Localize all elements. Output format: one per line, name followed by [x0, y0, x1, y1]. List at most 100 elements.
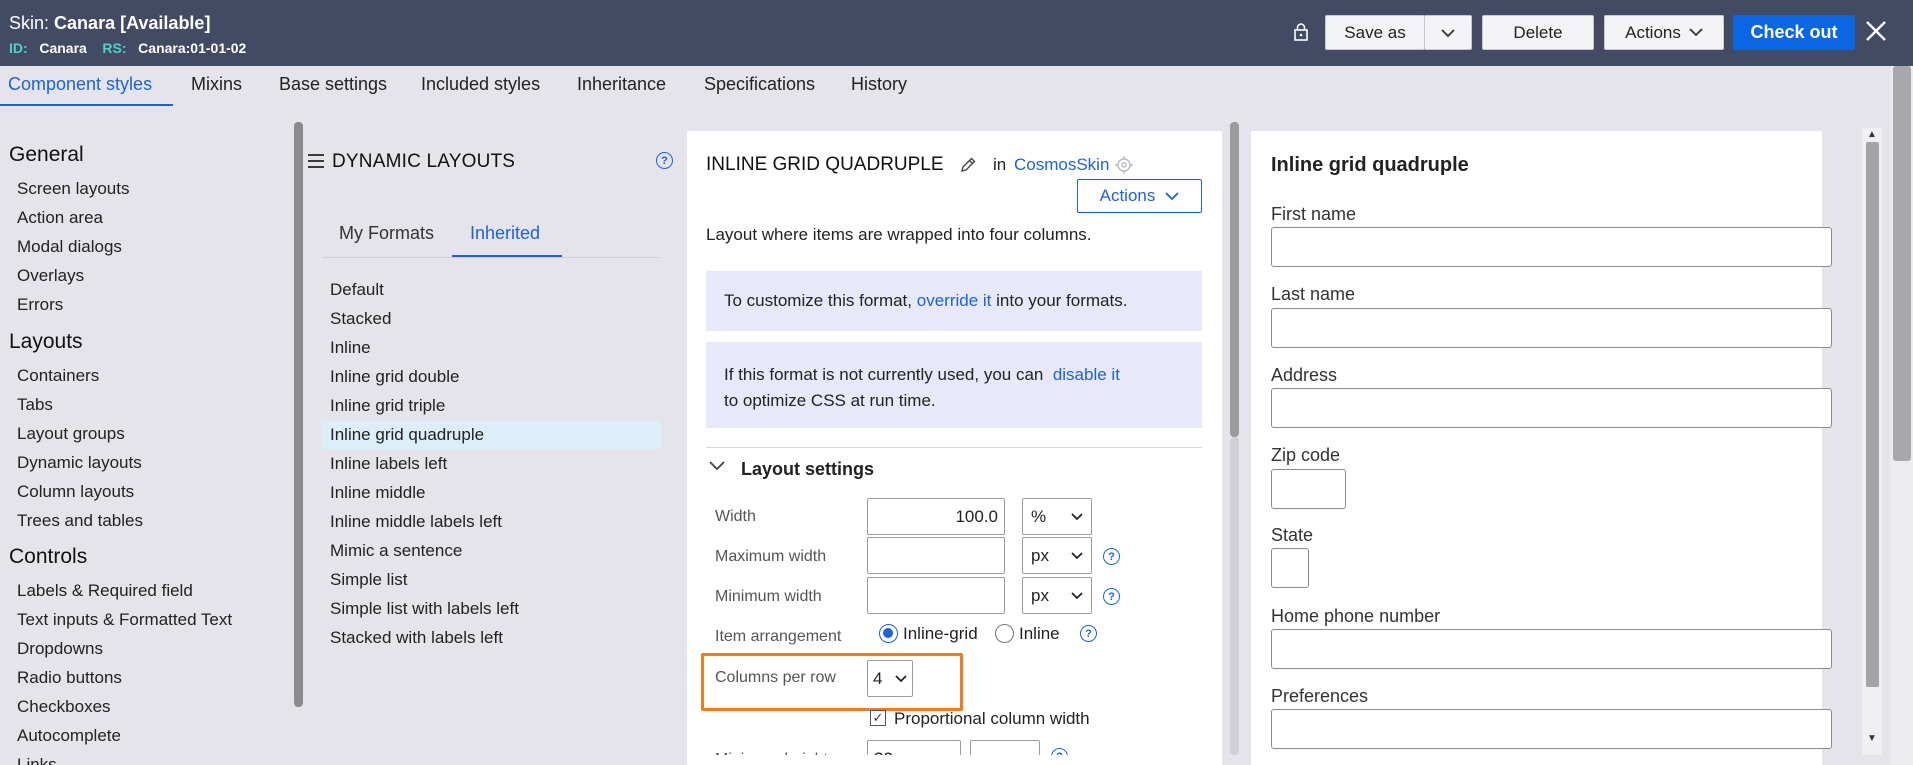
format-item[interactable]: Inline grid triple	[322, 392, 661, 420]
tab-history[interactable]: History	[851, 74, 907, 95]
nav-item-containers[interactable]: Containers	[17, 366, 99, 386]
nav-item-checkboxes[interactable]: Checkboxes	[17, 697, 111, 717]
format-item[interactable]: Simple list	[322, 566, 661, 594]
address-input[interactable]	[1271, 388, 1832, 428]
nav-item-labels[interactable]: Labels & Required field	[17, 581, 193, 601]
nav-item-tabs[interactable]: Tabs	[17, 395, 53, 415]
detail-bottom-edge	[687, 755, 1222, 765]
nav-scrollbar[interactable]	[294, 122, 303, 707]
scroll-down-arrow-icon[interactable]: ▼	[1867, 733, 1877, 744]
help-icon[interactable]: ?	[656, 152, 673, 169]
format-item[interactable]: Inline labels left	[322, 450, 661, 478]
max-width-input[interactable]	[867, 537, 1005, 574]
tab-mixins[interactable]: Mixins	[191, 74, 242, 95]
first-name-input[interactable]	[1271, 227, 1832, 267]
override-link[interactable]: override it	[917, 291, 992, 311]
format-actions-button[interactable]: Actions	[1077, 179, 1202, 213]
menu-icon[interactable]	[308, 153, 324, 169]
info-text: into your formats.	[996, 291, 1128, 310]
format-item[interactable]: Inline grid double	[322, 363, 661, 391]
nav-item-column-layouts[interactable]: Column layouts	[17, 482, 134, 502]
format-item[interactable]: Inline middle	[322, 479, 661, 507]
nav-item-radio-buttons[interactable]: Radio buttons	[17, 668, 122, 688]
nav-item-action-area[interactable]: Action area	[17, 208, 103, 228]
chevron-down-icon	[895, 674, 907, 682]
last-name-input[interactable]	[1271, 308, 1832, 348]
lock-icon	[1294, 23, 1308, 41]
subtab-inherited[interactable]: Inherited	[470, 223, 540, 244]
nav-item-dropdowns[interactable]: Dropdowns	[17, 639, 103, 659]
close-icon[interactable]	[1864, 19, 1888, 43]
subtab-my-formats[interactable]: My Formats	[339, 223, 434, 244]
format-item[interactable]: Mimic a sentence	[322, 537, 661, 565]
delete-button[interactable]: Delete	[1482, 15, 1594, 50]
tab-component-styles[interactable]: Component styles	[8, 74, 152, 95]
skin-id-line: ID: Canara RS: Canara:01-01-02	[9, 40, 247, 56]
format-item[interactable]: Inline middle labels left	[322, 508, 661, 536]
component-nav: General Screen layouts Action area Modal…	[0, 122, 292, 765]
pencil-icon[interactable]	[959, 156, 977, 174]
nav-item-dynamic-layouts[interactable]: Dynamic layouts	[17, 453, 142, 473]
preferences-input[interactable]	[1271, 709, 1832, 749]
format-item[interactable]: Default	[322, 276, 661, 304]
chevron-down-icon[interactable]	[708, 460, 726, 472]
format-item[interactable]: Inline	[322, 334, 661, 362]
nav-item-text-inputs[interactable]: Text inputs & Formatted Text	[17, 610, 232, 630]
max-width-unit-select[interactable]: px	[1022, 537, 1092, 574]
state-input[interactable]	[1271, 548, 1309, 588]
format-item[interactable]: Stacked with labels left	[322, 624, 661, 652]
zip-code-input[interactable]	[1271, 469, 1346, 509]
radio-inline-grid-label: Inline-grid	[903, 624, 978, 643]
target-icon[interactable]	[1114, 155, 1134, 175]
tab-specifications[interactable]: Specifications	[704, 74, 815, 95]
columns-per-row-select[interactable]: 4	[867, 660, 913, 697]
proportional-width-label: Proportional column width	[894, 709, 1090, 728]
nav-item-trees-and-tables[interactable]: Trees and tables	[17, 511, 143, 531]
detail-scrollbar[interactable]	[1230, 122, 1239, 437]
min-width-unit-select[interactable]: px	[1022, 577, 1092, 614]
format-item[interactable]: Stacked	[322, 305, 661, 333]
width-input[interactable]: 100.0	[867, 498, 1005, 535]
help-icon[interactable]: ?	[1103, 548, 1120, 565]
save-as-dropdown-button[interactable]	[1424, 15, 1472, 50]
width-unit-select[interactable]: %	[1022, 498, 1092, 535]
check-out-button[interactable]: Check out	[1733, 15, 1855, 50]
help-icon[interactable]: ?	[1103, 588, 1120, 605]
radio-inline[interactable]	[995, 624, 1014, 643]
actions-button[interactable]: Actions	[1604, 15, 1724, 50]
chevron-down-icon	[1689, 28, 1703, 37]
nav-item-links[interactable]: Links	[17, 755, 57, 765]
tab-base-settings[interactable]: Base settings	[279, 74, 387, 95]
format-description: Layout where items are wrapped into four…	[706, 225, 1092, 244]
nav-item-autocomplete[interactable]: Autocomplete	[17, 726, 121, 746]
preview-field-label: Last name	[1271, 284, 1356, 304]
min-width-unit-value: px	[1031, 585, 1049, 605]
format-actions-label: Actions	[1099, 186, 1156, 205]
nav-section-controls: Controls	[9, 545, 88, 568]
min-width-input[interactable]	[867, 577, 1005, 614]
nav-item-modal-dialogs[interactable]: Modal dialogs	[17, 237, 122, 257]
nav-item-screen-layouts[interactable]: Screen layouts	[17, 179, 129, 199]
radio-inline-grid[interactable]	[879, 624, 898, 643]
home-phone-input[interactable]	[1271, 629, 1832, 669]
tab-inheritance[interactable]: Inheritance	[577, 74, 666, 95]
save-as-button[interactable]: Save as	[1325, 15, 1425, 50]
nav-item-overlays[interactable]: Overlays	[17, 266, 84, 286]
preview-scrollbar[interactable]	[1866, 142, 1879, 687]
skin-link[interactable]: CosmosSkin	[1014, 155, 1109, 175]
tab-included-styles[interactable]: Included styles	[421, 74, 540, 95]
nav-item-layout-groups[interactable]: Layout groups	[17, 424, 125, 444]
format-item-selected[interactable]: Inline grid quadruple	[322, 421, 661, 449]
disable-link[interactable]: disable it	[1053, 365, 1120, 384]
nav-item-errors[interactable]: Errors	[17, 295, 63, 315]
proportional-width-checkbox[interactable]: ✓	[870, 710, 886, 726]
layout-settings-header[interactable]: Layout settings	[741, 459, 874, 480]
min-width-label: Minimum width	[715, 588, 822, 605]
detail-scrollbar-track[interactable]	[1230, 437, 1239, 755]
scroll-up-arrow-icon[interactable]: ▲	[1867, 129, 1877, 140]
formats-panel-title: DYNAMIC LAYOUTS	[332, 151, 516, 172]
format-item[interactable]: Simple list with labels left	[322, 595, 661, 623]
info-text: to optimize CSS at run time.	[724, 391, 936, 410]
page-scrollbar[interactable]	[1893, 66, 1911, 461]
help-icon[interactable]: ?	[1080, 625, 1097, 642]
